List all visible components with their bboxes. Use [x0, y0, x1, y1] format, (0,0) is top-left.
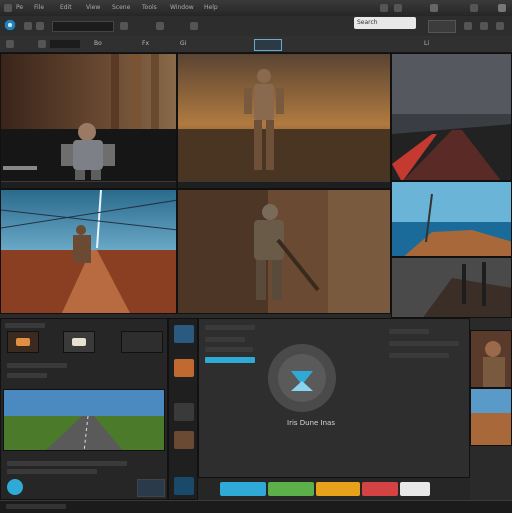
property-row-active[interactable] — [205, 357, 255, 363]
tag-blue[interactable] — [220, 482, 266, 496]
asset-meta-1 — [7, 363, 67, 368]
viewport-5[interactable] — [177, 189, 391, 314]
fire-tool-icon[interactable] — [174, 359, 194, 377]
toolbar: Search — [0, 16, 512, 37]
camera-icon[interactable] — [190, 22, 198, 30]
property-row-1 — [205, 337, 245, 342]
viewport-1[interactable] — [0, 53, 177, 189]
viewport-3-render — [392, 54, 511, 180]
tag-orange[interactable] — [316, 482, 360, 496]
play-icon[interactable] — [24, 22, 32, 30]
brand-logo-graphic — [268, 344, 336, 412]
side-row-3 — [389, 353, 449, 358]
viewport-6-render — [392, 182, 511, 256]
menu-item-view[interactable]: View — [86, 4, 100, 12]
tag-row — [198, 478, 470, 500]
asset-thumb-3[interactable] — [121, 331, 163, 353]
asset-thumb-2[interactable] — [63, 331, 95, 353]
close-icon[interactable] — [498, 4, 506, 12]
right-thumb-2[interactable] — [470, 388, 512, 446]
side-row-1 — [389, 329, 429, 334]
right-thumb-1[interactable] — [470, 330, 512, 388]
play-button[interactable] — [7, 479, 23, 495]
menubar: Pe File Edit View Scene Tools Window Hel… — [0, 0, 512, 17]
menu-item-1[interactable]: Pe — [16, 4, 23, 12]
tag-white[interactable] — [400, 482, 430, 496]
move-tool-icon[interactable] — [38, 40, 46, 48]
road-preview-render — [4, 390, 164, 450]
pause-icon[interactable] — [36, 22, 44, 30]
assets-panel-header — [5, 323, 45, 328]
toolbar-label-3[interactable]: Gi — [180, 40, 186, 47]
splash-header — [205, 325, 255, 330]
layout-icon[interactable] — [464, 22, 472, 30]
right-thumb-1-render — [483, 341, 505, 387]
viewport-4[interactable] — [0, 189, 177, 314]
viewport-3[interactable] — [391, 53, 512, 181]
export-tool-icon[interactable] — [174, 477, 194, 495]
menu-item-help[interactable]: Help — [204, 4, 218, 12]
viewport-2-render — [178, 54, 390, 181]
menu-item-file[interactable]: File — [34, 4, 44, 12]
tag-red[interactable] — [362, 482, 398, 496]
menu-item-tools[interactable]: Tools — [142, 4, 157, 12]
timeline-track-2[interactable] — [7, 469, 97, 474]
select-tool-icon[interactable] — [6, 40, 14, 48]
toolbar-label-4[interactable]: Li — [424, 40, 429, 47]
mode-toggle[interactable] — [428, 20, 456, 33]
viewport-7-render — [392, 258, 511, 317]
gear-icon[interactable] — [470, 4, 478, 12]
splash-panel: Iris Dune Inas — [198, 318, 470, 478]
record-icon[interactable] — [120, 22, 128, 30]
transform-field[interactable] — [50, 40, 80, 48]
brand-text: Iris Dune Inas — [287, 419, 335, 427]
brand-logo-icon — [265, 341, 339, 415]
maximize-icon[interactable] — [394, 4, 402, 12]
scene-tool-icon[interactable] — [174, 325, 194, 343]
app-logo-icon — [4, 19, 16, 31]
tool-column — [168, 318, 198, 500]
asset-thumb-1[interactable] — [7, 331, 39, 353]
share-icon[interactable] — [480, 22, 488, 30]
property-row-2 — [205, 347, 253, 352]
preview-mini[interactable] — [137, 479, 165, 497]
side-row-2 — [389, 341, 459, 346]
render-icon[interactable] — [156, 22, 164, 30]
viewport-5-render — [178, 190, 390, 313]
search-input[interactable]: Search — [354, 17, 416, 29]
secondary-toolbar: Bo Fx Gi Li — [0, 36, 512, 53]
road-preview[interactable] — [3, 389, 165, 451]
viewport-6[interactable] — [391, 181, 512, 257]
toolbar-label-2[interactable]: Fx — [142, 40, 149, 47]
tag-green[interactable] — [268, 482, 314, 496]
viewport-1-statusbar — [1, 181, 176, 188]
minimize-icon[interactable] — [380, 4, 388, 12]
object-tool-icon[interactable] — [174, 403, 194, 421]
active-view-toggle[interactable] — [254, 39, 282, 51]
viewport-7[interactable] — [391, 257, 512, 318]
viewport-2-statusbar — [178, 181, 390, 188]
status-text — [6, 504, 66, 509]
menu-item-window[interactable]: Window — [170, 4, 194, 12]
timeline-track-1[interactable] — [7, 461, 127, 466]
toolbar-label-1[interactable]: Bo — [94, 40, 102, 47]
settings-icon[interactable] — [430, 4, 438, 12]
menu-item-edit[interactable]: Edit — [60, 4, 72, 12]
right-thumb-2-render — [471, 389, 511, 445]
user-icon[interactable] — [496, 22, 504, 30]
viewport-2[interactable] — [177, 53, 391, 189]
app-window: Pe File Edit View Scene Tools Window Hel… — [0, 0, 512, 513]
viewport-4-render — [1, 190, 176, 313]
timeline-field[interactable] — [52, 21, 114, 32]
figure-tool-icon[interactable] — [174, 431, 194, 449]
status-bar — [0, 500, 512, 513]
asset-meta-2 — [7, 373, 47, 378]
menu-item-scene[interactable]: Scene — [112, 4, 130, 12]
app-menu-icon[interactable] — [4, 4, 12, 12]
viewport-1-render — [1, 54, 176, 181]
assets-panel — [0, 318, 168, 500]
